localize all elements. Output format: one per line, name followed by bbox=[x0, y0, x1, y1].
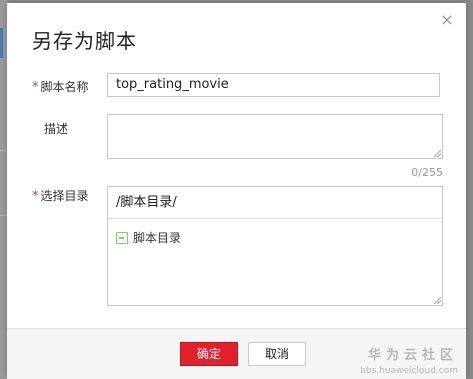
watermark-url: bbs.huaweicloud.com bbox=[360, 366, 458, 376]
directory-path-field[interactable]: /脚本目录/ bbox=[108, 187, 442, 219]
directory-label-text: 选择目录 bbox=[40, 189, 89, 203]
folder-icon bbox=[116, 231, 128, 244]
required-mark: * bbox=[32, 80, 39, 95]
directory-tree-item-label: 脚本目录 bbox=[133, 231, 182, 245]
resize-grip-icon[interactable] bbox=[434, 297, 441, 304]
confirm-button[interactable]: 确定 bbox=[180, 342, 238, 366]
save-as-script-dialog: 另存为脚本 × * 脚本名称 top_rating_movie 描述 0/255 … bbox=[7, 3, 466, 379]
script-name-label-text: 脚本名称 bbox=[40, 80, 89, 94]
description-textarea[interactable] bbox=[107, 114, 443, 159]
dialog-footer: 确定 取消 华为云社区 bbs.huaweicloud.com bbox=[7, 328, 466, 379]
background-divider bbox=[0, 150, 7, 151]
resize-grip-icon[interactable] bbox=[434, 150, 441, 157]
background-page bbox=[0, 0, 7, 379]
script-name-input[interactable]: top_rating_movie bbox=[107, 73, 440, 97]
directory-tree-item[interactable]: 脚本目录 bbox=[116, 229, 181, 246]
directory-label: * 选择目录 bbox=[32, 187, 89, 204]
watermark-title: 华为云社区 bbox=[367, 348, 458, 363]
background-divider bbox=[0, 215, 7, 216]
description-char-counter: 0/255 bbox=[411, 166, 443, 179]
script-name-label: * 脚本名称 bbox=[32, 78, 89, 95]
cancel-button[interactable]: 取消 bbox=[248, 342, 306, 366]
close-icon[interactable]: × bbox=[440, 12, 454, 28]
required-mark: * bbox=[32, 189, 39, 204]
description-label: 描述 bbox=[44, 122, 69, 136]
directory-selector: /脚本目录/ 脚本目录 bbox=[107, 186, 443, 306]
dialog-title: 另存为脚本 bbox=[32, 29, 137, 53]
